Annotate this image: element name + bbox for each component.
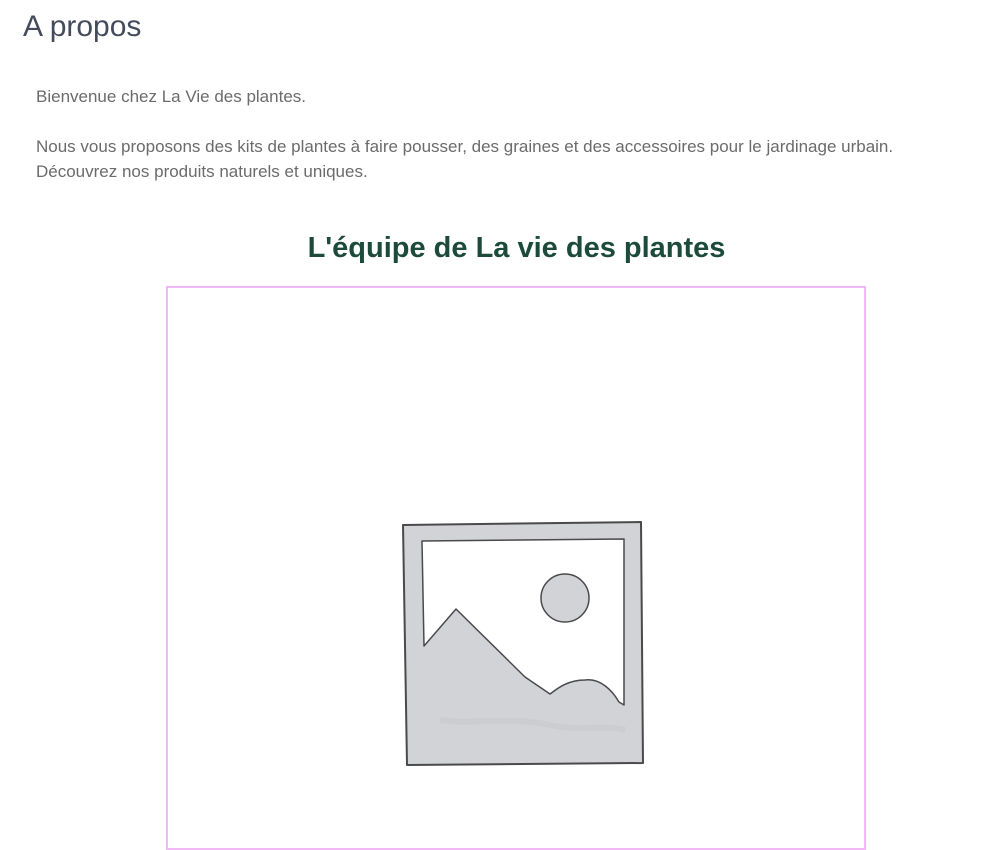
description-paragraph: Nous vous proposons des kits de plantes … [36,134,956,184]
team-image-frame [166,286,866,850]
description-line-2: Découvrez nos produits naturels et uniqu… [36,162,368,181]
welcome-paragraph: Bienvenue chez La Vie des plantes. [36,87,306,106]
team-heading: L'équipe de La vie des plantes [307,232,726,264]
intro-text: Bienvenue chez La Vie des plantes. Nous … [36,84,956,184]
description-line-1: Nous vous proposons des kits de plantes … [36,137,894,156]
image-placeholder-icon [402,521,644,766]
page-title: A propos [23,10,142,43]
